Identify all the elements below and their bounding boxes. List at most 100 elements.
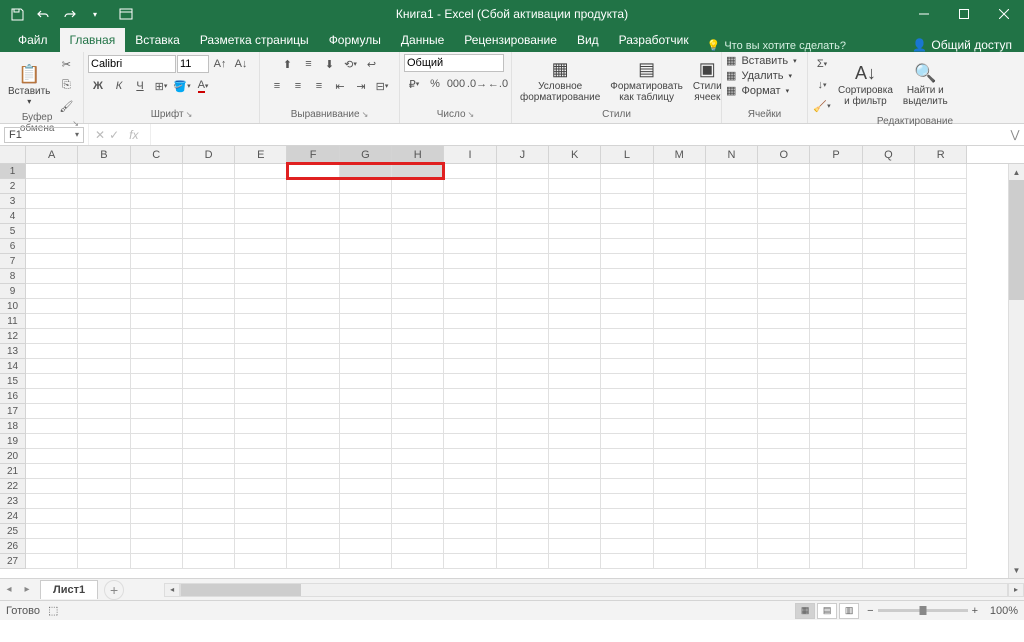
cell[interactable] — [810, 449, 862, 464]
cell[interactable] — [340, 239, 392, 254]
cell[interactable] — [78, 209, 130, 224]
cell[interactable] — [78, 194, 130, 209]
cell[interactable] — [915, 314, 967, 329]
cell[interactable] — [706, 329, 758, 344]
tab-data[interactable]: Данные — [391, 28, 454, 52]
row-header-12[interactable]: 12 — [0, 329, 26, 344]
cell[interactable] — [601, 269, 653, 284]
cell[interactable] — [340, 254, 392, 269]
cell[interactable] — [654, 419, 706, 434]
cell[interactable] — [497, 374, 549, 389]
cell[interactable] — [183, 374, 235, 389]
cell[interactable] — [444, 404, 496, 419]
cell[interactable] — [235, 164, 287, 179]
cell[interactable] — [654, 179, 706, 194]
cell[interactable] — [706, 404, 758, 419]
cell[interactable] — [183, 554, 235, 569]
cell[interactable] — [78, 479, 130, 494]
font-size-combo[interactable] — [177, 55, 209, 73]
row-header-16[interactable]: 16 — [0, 389, 26, 404]
align-top-icon[interactable]: ⬆ — [278, 54, 298, 74]
cell[interactable] — [654, 509, 706, 524]
cell[interactable] — [706, 209, 758, 224]
cell[interactable] — [601, 254, 653, 269]
insert-cells-button[interactable]: ▦ Вставить ▾ — [726, 54, 797, 67]
cell[interactable] — [392, 269, 444, 284]
cell[interactable] — [863, 224, 915, 239]
cell[interactable] — [78, 284, 130, 299]
cell[interactable] — [131, 269, 183, 284]
cell[interactable] — [392, 224, 444, 239]
tab-view[interactable]: Вид — [567, 28, 609, 52]
cell[interactable] — [601, 374, 653, 389]
cell[interactable] — [392, 419, 444, 434]
cell[interactable] — [235, 554, 287, 569]
formula-input[interactable] — [151, 127, 1006, 143]
row-header-11[interactable]: 11 — [0, 314, 26, 329]
cell[interactable] — [654, 464, 706, 479]
row-header-1[interactable]: 1 — [0, 164, 26, 179]
cell[interactable] — [78, 449, 130, 464]
cell[interactable] — [758, 509, 810, 524]
cell[interactable] — [497, 344, 549, 359]
cell[interactable] — [26, 269, 78, 284]
cell[interactable] — [235, 494, 287, 509]
cell[interactable] — [26, 374, 78, 389]
column-header-E[interactable]: E — [235, 146, 287, 163]
cell[interactable] — [601, 539, 653, 554]
cell[interactable] — [235, 344, 287, 359]
sort-filter-button[interactable]: A↓ Сортировка и фильтр — [834, 61, 897, 109]
cell[interactable] — [392, 254, 444, 269]
cell[interactable] — [444, 359, 496, 374]
cell[interactable] — [915, 464, 967, 479]
column-header-K[interactable]: K — [549, 146, 601, 163]
fx-icon[interactable]: fx — [123, 128, 144, 142]
cell[interactable] — [706, 239, 758, 254]
cell[interactable] — [340, 419, 392, 434]
row-header-24[interactable]: 24 — [0, 509, 26, 524]
increase-indent-icon[interactable]: ⇥ — [351, 76, 371, 96]
cell[interactable] — [183, 239, 235, 254]
cell[interactable] — [706, 359, 758, 374]
cell[interactable] — [810, 239, 862, 254]
cell[interactable] — [26, 464, 78, 479]
cell[interactable] — [444, 179, 496, 194]
cell[interactable] — [392, 449, 444, 464]
cell[interactable] — [183, 479, 235, 494]
cell[interactable] — [497, 404, 549, 419]
cell[interactable] — [706, 554, 758, 569]
tab-review[interactable]: Рецензирование — [454, 28, 567, 52]
cell[interactable] — [758, 494, 810, 509]
cell[interactable] — [497, 224, 549, 239]
cell[interactable] — [235, 509, 287, 524]
cell[interactable] — [654, 164, 706, 179]
cell[interactable] — [810, 464, 862, 479]
cell[interactable] — [392, 554, 444, 569]
cell[interactable] — [549, 239, 601, 254]
row-header-3[interactable]: 3 — [0, 194, 26, 209]
cell[interactable] — [131, 464, 183, 479]
cell[interactable] — [287, 314, 339, 329]
cell[interactable] — [235, 284, 287, 299]
cell[interactable] — [706, 299, 758, 314]
cell[interactable] — [78, 419, 130, 434]
cell[interactable] — [810, 389, 862, 404]
row-header-10[interactable]: 10 — [0, 299, 26, 314]
scroll-left-icon[interactable]: ◂ — [164, 583, 180, 597]
cell[interactable] — [654, 224, 706, 239]
cell[interactable] — [392, 314, 444, 329]
tell-me-search[interactable]: 💡 Что вы хотите сделать? — [699, 39, 854, 52]
cell[interactable] — [26, 179, 78, 194]
cell[interactable] — [810, 194, 862, 209]
cell[interactable] — [235, 434, 287, 449]
cell[interactable] — [392, 494, 444, 509]
cell[interactable] — [131, 449, 183, 464]
cell[interactable] — [863, 299, 915, 314]
cell[interactable] — [810, 539, 862, 554]
cell[interactable] — [183, 344, 235, 359]
cell[interactable] — [444, 464, 496, 479]
decrease-decimal-icon[interactable]: ←.0 — [488, 74, 508, 94]
cell[interactable] — [183, 494, 235, 509]
cell[interactable] — [810, 554, 862, 569]
cell[interactable] — [601, 209, 653, 224]
